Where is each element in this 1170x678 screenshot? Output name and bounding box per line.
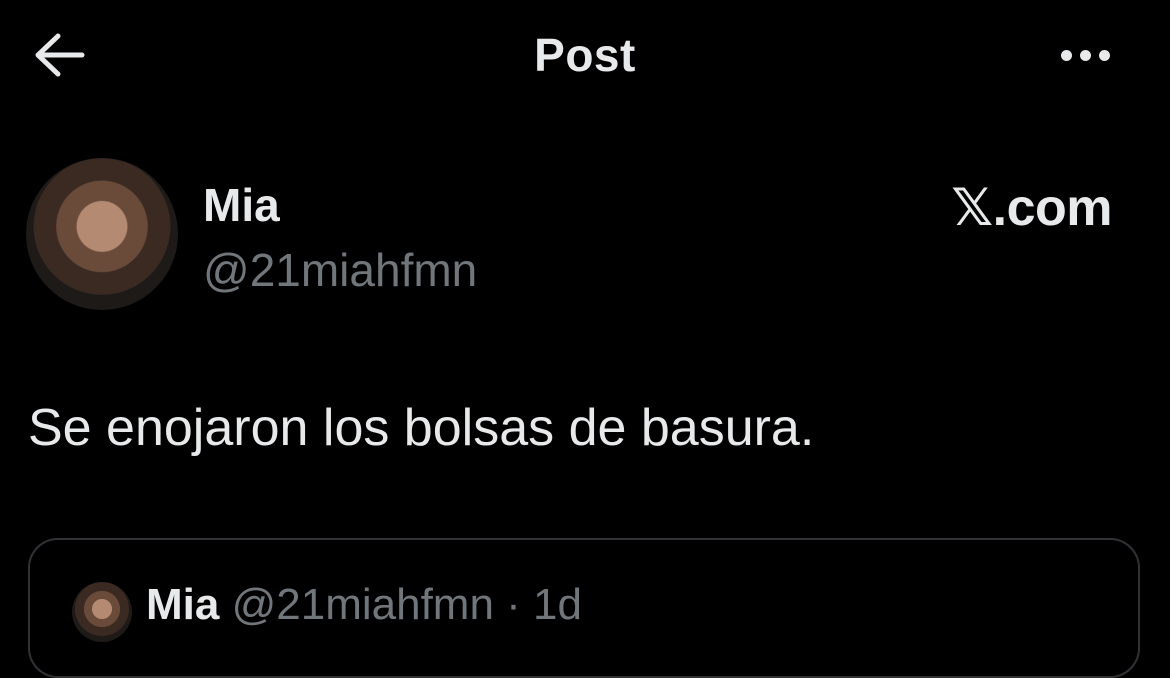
quoted-post-author-name: Mia <box>146 580 220 629</box>
x-watermark: 𝕏.com <box>951 179 1112 237</box>
top-bar: Post <box>0 0 1170 112</box>
more-options-button[interactable] <box>1050 34 1120 76</box>
author-handle[interactable]: @21miahfmn <box>203 243 477 297</box>
quoted-post-time: 1d <box>533 580 582 629</box>
more-dot <box>1079 49 1091 61</box>
quoted-post-meta: Mia @21miahfmn · 1d <box>146 580 582 630</box>
more-dot <box>1098 49 1110 61</box>
quoted-post-separator: · <box>506 580 521 629</box>
quoted-post-card[interactable]: Mia @21miahfmn · 1d <box>28 538 1140 678</box>
page-title: Post <box>534 29 636 81</box>
post-text: Se enojaron los bolsas de basura. <box>28 399 815 457</box>
quoted-post-handle: @21miahfmn <box>231 580 494 629</box>
more-horizontal-icon <box>1060 49 1072 61</box>
author-name[interactable]: Mia <box>203 178 280 232</box>
author-avatar[interactable] <box>26 158 178 310</box>
quoted-post-avatar <box>72 582 132 642</box>
